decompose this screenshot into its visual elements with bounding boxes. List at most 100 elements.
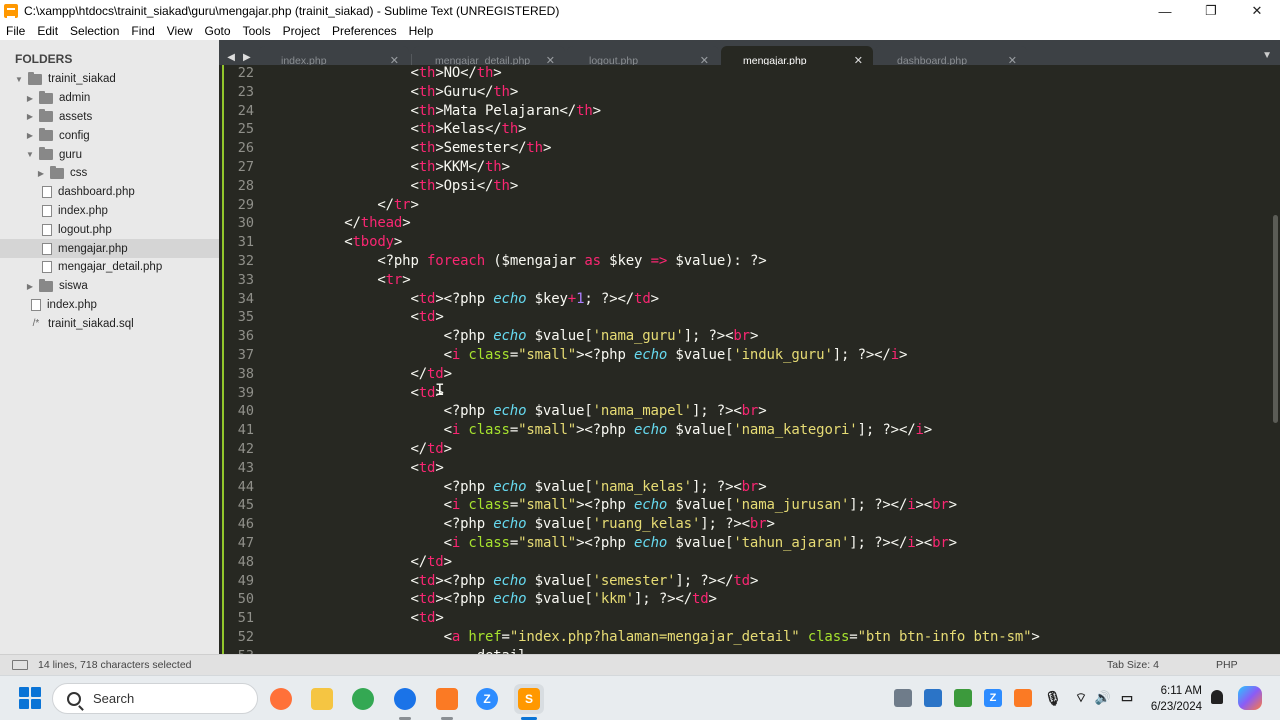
tree-folder[interactable]: ▶ config xyxy=(0,126,219,145)
taskbar-clock[interactable]: 6:11 AM 6/23/2024 xyxy=(1140,683,1202,715)
tab-prev-icon[interactable]: ◀ xyxy=(227,52,235,63)
code-line[interactable]: 36 <?php echo $value['nama_guru']; ?><br… xyxy=(219,327,1259,346)
tree-folder[interactable]: ▶ siswa xyxy=(0,277,219,296)
tree-file[interactable]: index.php xyxy=(0,296,219,315)
scrollbar-thumb[interactable] xyxy=(1273,215,1278,423)
code-line[interactable]: 32 <?php foreach ($mengajar as $key => $… xyxy=(219,252,1259,271)
sublime-text-icon[interactable]: S xyxy=(514,684,544,720)
code-line[interactable]: 48 </td> xyxy=(219,553,1259,572)
firefox-icon[interactable] xyxy=(266,684,296,714)
network-drive-icon[interactable] xyxy=(894,689,912,707)
copilot-icon[interactable] xyxy=(1238,686,1262,710)
tab-list-dropdown-icon[interactable]: ▼ xyxy=(1262,50,1272,61)
sql-file-icon: /* xyxy=(32,318,40,330)
code-line[interactable]: 41 <i class="small"><?php echo $value['n… xyxy=(219,421,1259,440)
code-line[interactable]: 37 <i class="small"><?php echo $value['i… xyxy=(219,346,1259,365)
minimize-button[interactable]: — xyxy=(1142,0,1188,22)
menu-view[interactable]: View xyxy=(161,24,199,38)
code-line[interactable]: 45 <i class="small"><?php echo $value['n… xyxy=(219,496,1259,515)
code-token: th xyxy=(493,177,510,194)
menu-tools[interactable]: Tools xyxy=(237,24,277,38)
code-line[interactable]: 40 <?php echo $value['nama_mapel']; ?><b… xyxy=(219,402,1259,421)
code-line[interactable]: 47 <i class="small"><?php echo $value['t… xyxy=(219,534,1259,553)
code-line[interactable]: 50 <td><?php echo $value['kkm']; ?></td> xyxy=(219,590,1259,609)
chevron-right-icon[interactable]: ▶ xyxy=(25,94,35,103)
code-line[interactable]: 22 <th>NO</th> xyxy=(219,65,1259,83)
code-token: th xyxy=(418,121,436,138)
code-line[interactable]: 25 <th>Kelas</th> xyxy=(219,120,1259,139)
code-line[interactable]: 33 <tr> xyxy=(219,271,1259,290)
tree-file[interactable]: index.php xyxy=(0,202,219,221)
syntax-indicator[interactable]: PHP xyxy=(1216,659,1238,671)
tree-file[interactable]: mengajar_detail.php xyxy=(0,258,219,277)
security-icon[interactable] xyxy=(924,689,942,707)
tree-file[interactable]: /* trainit_siakad.sql xyxy=(0,314,219,333)
code-line[interactable]: 38 </td> xyxy=(219,365,1259,384)
menu-preferences[interactable]: Preferences xyxy=(326,24,403,38)
menu-selection[interactable]: Selection xyxy=(64,24,125,38)
tree-folder[interactable]: ▶ assets xyxy=(0,108,219,127)
chevron-right-icon[interactable]: ▶ xyxy=(25,131,35,140)
tab-next-icon[interactable]: ▶ xyxy=(243,52,251,63)
wifi-icon[interactable]: ⌔ xyxy=(1072,689,1090,707)
chevron-down-icon[interactable]: ▼ xyxy=(25,150,35,159)
chrome-profile-icon[interactable] xyxy=(390,684,420,720)
tree-file[interactable]: logout.php xyxy=(0,220,219,239)
tab-size-indicator[interactable]: Tab Size: 4 xyxy=(1107,659,1159,671)
chevron-right-icon[interactable]: ▶ xyxy=(25,282,35,291)
notification-bell-icon[interactable] xyxy=(1211,690,1223,704)
code-editor[interactable]: 22 <th>NO</th> 23 <th>Guru</th> 24 <th>Mat… xyxy=(219,65,1280,654)
editor-scrollbar[interactable] xyxy=(1269,65,1280,654)
code-line[interactable]: 29 </tr> xyxy=(219,196,1259,215)
code-line[interactable]: 52 <a href="index.php?halaman=mengajar_d… xyxy=(219,628,1259,647)
code-token: > xyxy=(443,365,452,382)
microphone-icon[interactable]: 🎙 xyxy=(1044,689,1062,707)
code-line[interactable]: 51 <td> xyxy=(219,609,1259,628)
code-line[interactable]: 27 <th>KKM</th> xyxy=(219,158,1259,177)
windows-start-icon[interactable] xyxy=(19,687,41,709)
code-line[interactable]: 34 <td><?php echo $key+1; ?></td> xyxy=(219,290,1259,309)
battery-icon[interactable]: ▭ xyxy=(1118,689,1136,707)
panel-toggle-icon[interactable] xyxy=(12,660,28,670)
shield-icon[interactable] xyxy=(954,689,972,707)
xampp-tray-icon[interactable] xyxy=(1014,689,1032,707)
menu-help[interactable]: Help xyxy=(403,24,440,38)
menu-goto[interactable]: Goto xyxy=(199,24,237,38)
zoom-tray-icon[interactable]: Z xyxy=(984,689,1002,707)
code-line[interactable]: 30 </thead> xyxy=(219,214,1259,233)
chevron-right-icon[interactable]: ▶ xyxy=(36,169,46,178)
xampp-icon[interactable] xyxy=(432,684,462,720)
code-line[interactable]: 31 <tbody> xyxy=(219,233,1259,252)
tree-folder[interactable]: ▼ guru xyxy=(0,145,219,164)
menu-project[interactable]: Project xyxy=(277,24,326,38)
code-line[interactable]: 23 <th>Guru</th> xyxy=(219,83,1259,102)
zoom-icon[interactable]: Z xyxy=(472,684,502,714)
code-line[interactable]: 26 <th>Semester</th> xyxy=(219,139,1259,158)
tree-folder[interactable]: ▼ trainit_siakad xyxy=(0,70,219,89)
code-line[interactable]: 46 <?php echo $value['ruang_kelas']; ?><… xyxy=(219,515,1259,534)
taskbar-search[interactable]: Search xyxy=(52,683,258,714)
tree-file[interactable]: dashboard.php xyxy=(0,183,219,202)
volume-icon[interactable]: 🔊 xyxy=(1094,689,1112,707)
code-line[interactable]: 24 <th>Mata Pelajaran</th> xyxy=(219,102,1259,121)
code-line[interactable]: 49 <td><?php echo $value['semester']; ?>… xyxy=(219,572,1259,591)
tree-folder[interactable]: ▶ admin xyxy=(0,89,219,108)
code-line[interactable]: 43 <td> xyxy=(219,459,1259,478)
chevron-right-icon[interactable]: ▶ xyxy=(25,112,35,121)
code-line[interactable]: 35 <td> xyxy=(219,308,1259,327)
code-line[interactable]: 53 detail xyxy=(219,647,1259,654)
tree-folder[interactable]: ▶ css xyxy=(0,164,219,183)
code-line[interactable]: 42 </td> xyxy=(219,440,1259,459)
close-button[interactable]: ✕ xyxy=(1234,0,1280,22)
chrome-icon[interactable] xyxy=(348,684,378,714)
code-line[interactable]: 28 <th>Opsi</th> xyxy=(219,177,1259,196)
chevron-down-icon[interactable]: ▼ xyxy=(14,75,24,84)
menu-edit[interactable]: Edit xyxy=(31,24,64,38)
file-explorer-icon[interactable] xyxy=(307,684,337,714)
tree-file[interactable]: mengajar.php xyxy=(0,239,219,258)
code-line[interactable]: 39 <td> xyxy=(219,384,1259,403)
menu-file[interactable]: File xyxy=(0,24,31,38)
maximize-button[interactable]: ❐ xyxy=(1188,0,1234,22)
code-line[interactable]: 44 <?php echo $value['nama_kelas']; ?><b… xyxy=(219,478,1259,497)
menu-find[interactable]: Find xyxy=(125,24,160,38)
